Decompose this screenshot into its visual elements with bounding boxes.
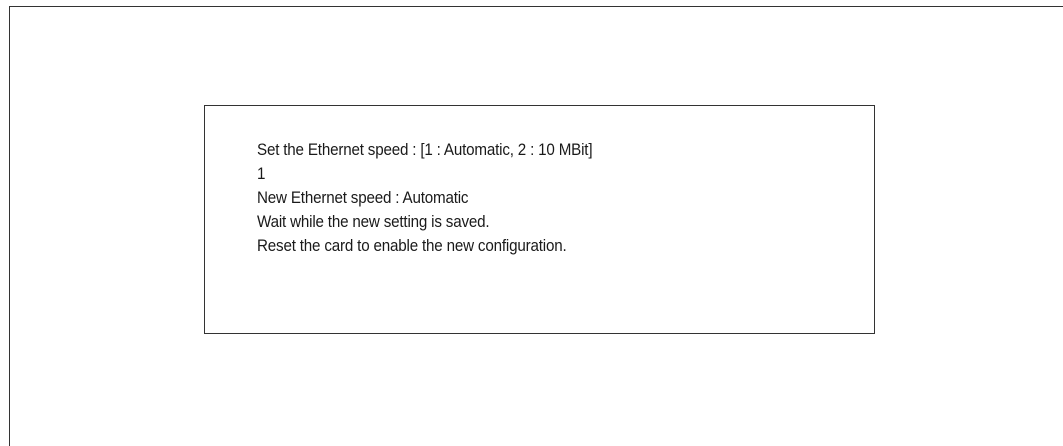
console-line-wait-message: Wait while the new setting is saved.: [257, 213, 490, 231]
console-line-user-input: 1: [257, 165, 266, 183]
console-output-box: Set the Ethernet speed : [1 : Automatic,…: [204, 105, 875, 334]
console-line-result: New Ethernet speed : Automatic: [257, 189, 469, 207]
console-line-reset-message: Reset the card to enable the new configu…: [257, 237, 567, 255]
console-line-prompt: Set the Ethernet speed : [1 : Automatic,…: [257, 141, 593, 159]
console-lines: Set the Ethernet speed : [1 : Automatic,…: [257, 138, 622, 258]
